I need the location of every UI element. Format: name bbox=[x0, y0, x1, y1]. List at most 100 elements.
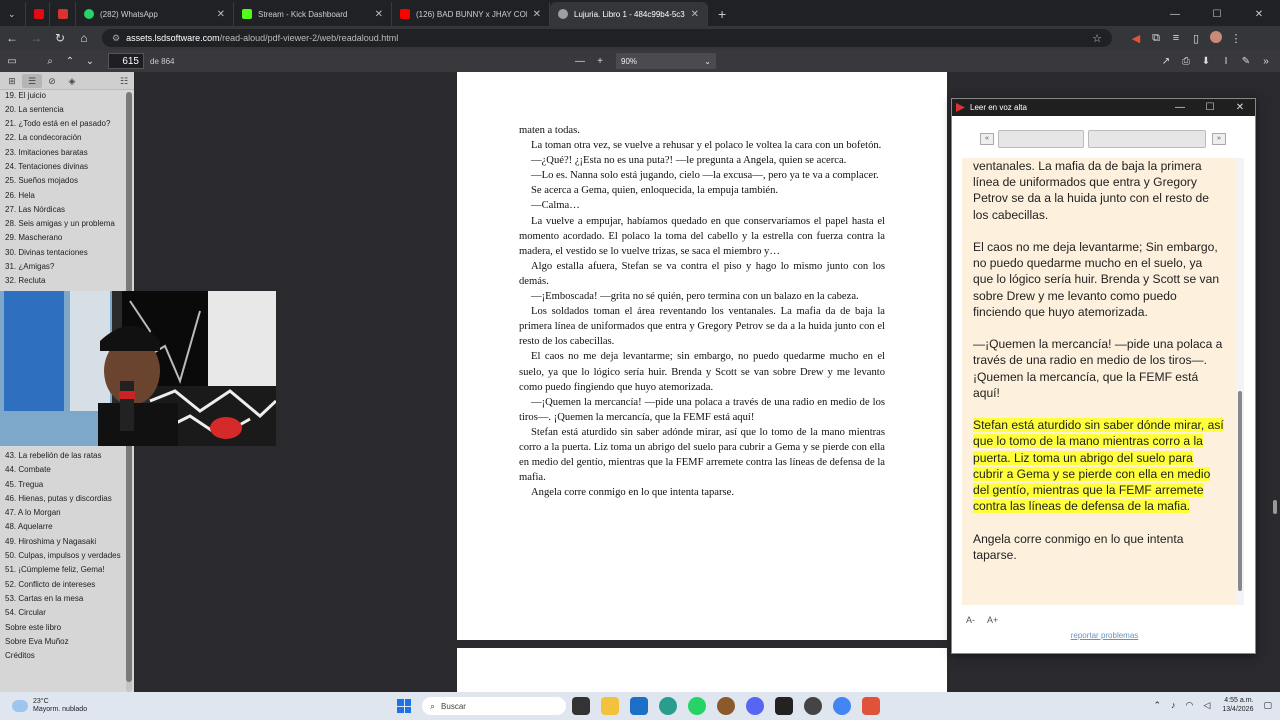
minimize-icon[interactable]: — bbox=[1165, 102, 1195, 113]
browser-menu-icon[interactable]: ⋮ bbox=[1226, 32, 1246, 45]
outline-item[interactable]: 50. Culpas, impulsos y verdades bbox=[5, 551, 124, 562]
search-icon[interactable]: ⌕ bbox=[40, 56, 60, 67]
close-icon[interactable]: ✕ bbox=[1225, 102, 1255, 113]
tab-youtube[interactable]: (126) BAD BUNNY x JHAY CORT ✕ bbox=[392, 2, 550, 26]
more-tools-icon[interactable]: » bbox=[1256, 56, 1276, 67]
outline-item[interactable]: 47. A lo Morgan bbox=[5, 508, 124, 519]
profile-avatar[interactable] bbox=[1206, 30, 1226, 46]
outline-item[interactable]: 19. El juicio bbox=[5, 90, 124, 101]
play-pause-button[interactable] bbox=[998, 130, 1084, 148]
outline-item[interactable]: 52. Conflicto de intereses bbox=[5, 579, 124, 590]
read-aloud-paragraph[interactable]: El caos no me deja levantarme; Sin embar… bbox=[973, 239, 1225, 320]
outline-item[interactable]: 53. Cartas en la mesa bbox=[5, 593, 124, 604]
previous-page-icon[interactable]: ⌃ bbox=[60, 56, 80, 67]
close-window-icon[interactable]: ✕ bbox=[1238, 9, 1280, 20]
edge-icon[interactable] bbox=[659, 697, 677, 715]
tab-whatsapp[interactable]: (282) WhatsApp ✕ bbox=[76, 2, 234, 26]
zoom-select[interactable]: 90% ⌄ bbox=[616, 53, 716, 69]
read-aloud-app-icon[interactable] bbox=[862, 697, 880, 715]
weather-widget[interactable]: 23°C Mayorm. nublado bbox=[12, 698, 87, 714]
taskbar-search[interactable]: ⌕ Buscar bbox=[422, 697, 566, 715]
stop-button[interactable] bbox=[1088, 130, 1206, 148]
windows-start-icon[interactable] bbox=[397, 699, 411, 713]
task-view-icon[interactable] bbox=[572, 697, 590, 715]
next-page-icon[interactable]: ⌄ bbox=[80, 56, 100, 67]
outline-item[interactable]: 27. Las Nórdicas bbox=[5, 204, 124, 215]
discord-icon[interactable] bbox=[746, 697, 764, 715]
tab-kick[interactable]: Stream - Kick Dashboard ✕ bbox=[234, 2, 392, 26]
outline-item[interactable]: 54. Circular bbox=[5, 608, 124, 619]
home-icon[interactable]: ⌂ bbox=[72, 31, 96, 45]
outline-item[interactable]: 48. Aquelarre bbox=[5, 522, 124, 533]
outline-item[interactable]: 30. Divinas tentaciones bbox=[5, 247, 124, 258]
current-outline-item-icon[interactable]: ☷ bbox=[114, 74, 134, 88]
outline-item[interactable]: Créditos bbox=[5, 651, 124, 662]
media-controls-icon[interactable]: ≡ bbox=[1166, 32, 1186, 44]
report-problems-link[interactable]: reportar problemas bbox=[952, 631, 1257, 640]
microphone-icon[interactable]: ♪ bbox=[1171, 700, 1176, 710]
outline-item[interactable]: 49. Hiroshima y Nagasaki bbox=[5, 536, 124, 547]
tab-lujuria[interactable]: Lujuria. Libro 1 - 484c99b4-5c3 ✕ bbox=[550, 2, 708, 26]
outline-item[interactable]: 45. Tregua bbox=[5, 479, 124, 490]
minimize-icon[interactable]: — bbox=[1154, 9, 1196, 20]
outline-item[interactable]: 32. Recluta bbox=[5, 276, 124, 287]
print-icon[interactable]: ⎙ bbox=[1176, 56, 1196, 67]
app-icon[interactable] bbox=[717, 697, 735, 715]
zoom-out-icon[interactable]: — bbox=[570, 56, 590, 67]
read-aloud-paragraph[interactable]: —¡Quemen la mercancía! —pide una polaca … bbox=[973, 336, 1225, 401]
maximize-icon[interactable]: ☐ bbox=[1195, 102, 1225, 113]
forward-icon[interactable]: » bbox=[1212, 133, 1226, 145]
outline-item[interactable]: 21. ¿Todo está en el pasado? bbox=[5, 119, 124, 130]
close-icon[interactable]: ✕ bbox=[691, 9, 699, 20]
clock[interactable]: 4:55 a.m. 13/4/2026 bbox=[1222, 696, 1253, 714]
tab-menu-button[interactable]: ⌄ bbox=[0, 2, 26, 26]
back-icon[interactable]: ← bbox=[0, 31, 24, 45]
whatsapp-icon[interactable] bbox=[688, 697, 706, 715]
forward-icon[interactable]: → bbox=[24, 31, 48, 45]
page-number-input[interactable]: 615 bbox=[108, 53, 144, 69]
close-icon[interactable]: ✕ bbox=[375, 9, 383, 20]
attachments-icon[interactable]: ⊘ bbox=[42, 74, 62, 88]
zoom-in-icon[interactable]: + bbox=[590, 56, 610, 67]
new-tab-button[interactable]: + bbox=[708, 2, 736, 26]
current-sentence[interactable]: Stefan está aturdido sin saber dónde mir… bbox=[973, 417, 1225, 514]
capcut-icon[interactable] bbox=[775, 697, 793, 715]
scrollbar-thumb[interactable] bbox=[1238, 391, 1242, 591]
volume-icon[interactable]: ◁ bbox=[1203, 700, 1210, 711]
outline-item[interactable]: 44. Combate bbox=[5, 465, 124, 476]
extensions-icon[interactable]: ⧉ bbox=[1146, 32, 1166, 45]
draw-icon[interactable]: ✎ bbox=[1236, 56, 1256, 67]
outline-item[interactable]: Sobre Eva Muñoz bbox=[5, 636, 124, 647]
outline-item[interactable]: 28. Seis amigas y un problema bbox=[5, 219, 124, 230]
bookmark-star-icon[interactable]: ☆ bbox=[1092, 32, 1102, 45]
download-icon[interactable]: ⬇ bbox=[1196, 56, 1216, 67]
read-aloud-extension-icon[interactable]: ◀ bbox=[1126, 32, 1146, 45]
outline-item[interactable]: 22. La condecoración bbox=[5, 133, 124, 144]
read-aloud-scrollbar[interactable] bbox=[1236, 158, 1244, 605]
outline-item[interactable]: 24. Tentaciones divinas bbox=[5, 161, 124, 172]
read-aloud-paragraph[interactable]: Angela corre conmigo en lo que intenta t… bbox=[973, 531, 1225, 563]
close-icon[interactable]: ✕ bbox=[533, 9, 541, 20]
layers-icon[interactable]: ◈ bbox=[62, 74, 82, 88]
open-file-icon[interactable]: ↗ bbox=[1156, 56, 1176, 67]
read-aloud-paragraph[interactable]: ventanales. La mafia da de baja la prime… bbox=[973, 158, 1225, 223]
close-icon[interactable]: ✕ bbox=[217, 9, 225, 20]
wifi-icon[interactable]: ◠ bbox=[1186, 700, 1194, 711]
font-increase-button[interactable]: A+ bbox=[987, 615, 998, 625]
obs-icon[interactable] bbox=[804, 697, 822, 715]
chevron-up-icon[interactable]: ⌃ bbox=[1154, 700, 1162, 711]
outline-item[interactable]: 46. Hienas, putas y discordias bbox=[5, 493, 124, 504]
file-explorer-icon[interactable] bbox=[601, 697, 619, 715]
notifications-icon[interactable]: ▢ bbox=[1263, 700, 1272, 711]
thumbnails-icon[interactable]: ⊞ bbox=[2, 74, 22, 88]
tab-netflix[interactable] bbox=[26, 2, 50, 26]
font-decrease-button[interactable]: A- bbox=[966, 615, 975, 625]
reload-icon[interactable]: ↻ bbox=[48, 31, 72, 45]
outline-item[interactable]: 23. Imitaciones baratas bbox=[5, 147, 124, 158]
outline-item[interactable]: 25. Sueños mojados bbox=[5, 176, 124, 187]
maximize-icon[interactable]: ☐ bbox=[1196, 9, 1238, 20]
site-info-icon[interactable]: ⚙ bbox=[112, 33, 120, 44]
scrollbar-thumb[interactable] bbox=[1273, 500, 1277, 514]
outline-item[interactable]: 29. Mascherano bbox=[5, 233, 124, 244]
chrome-icon[interactable] bbox=[833, 697, 851, 715]
